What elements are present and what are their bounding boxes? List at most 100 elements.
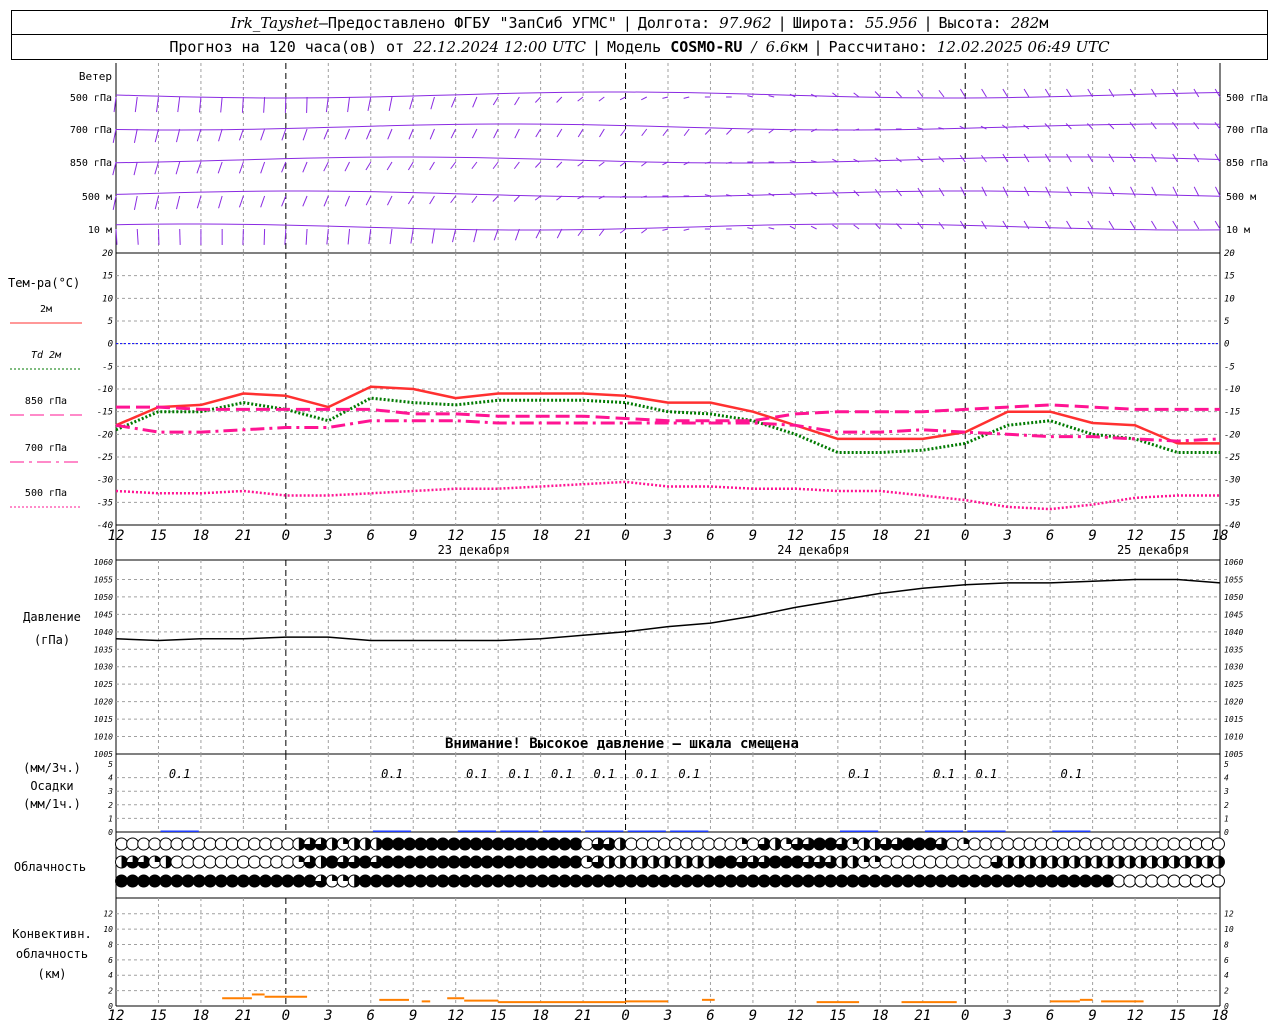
cloud-symbol bbox=[857, 874, 871, 888]
wind-barb bbox=[493, 228, 499, 241]
cloud-symbol bbox=[901, 855, 915, 869]
wind-barb bbox=[619, 228, 626, 234]
hour-label-mid: 3 bbox=[1002, 528, 1011, 544]
cloud-symbol bbox=[436, 874, 450, 888]
pres-tick-left: 1055 bbox=[94, 575, 113, 584]
cloud-symbol bbox=[414, 837, 428, 851]
temp-tick-left: -25 bbox=[97, 453, 113, 463]
cloud-symbol bbox=[1123, 874, 1137, 888]
cloud-symbol bbox=[181, 837, 195, 851]
wind-barb bbox=[598, 161, 605, 167]
pres-tick-left: 1040 bbox=[94, 628, 113, 637]
cloud-symbol bbox=[802, 874, 815, 888]
cloud-symbol bbox=[425, 837, 439, 851]
wind-barb bbox=[704, 128, 711, 135]
pressure-unit: (гПа) bbox=[34, 633, 70, 647]
cloud-symbol bbox=[957, 855, 971, 869]
wind-barb bbox=[284, 228, 287, 245]
wind-barb bbox=[325, 96, 329, 113]
hour-label-mid: 0 bbox=[282, 528, 290, 544]
cloud-symbol bbox=[181, 855, 195, 869]
hour-label-mid: 9 bbox=[409, 528, 417, 544]
hour-label-bottom: 15 bbox=[1169, 1008, 1186, 1024]
wind-level-right: 500 гПа bbox=[1226, 93, 1268, 104]
wind-barb bbox=[134, 96, 138, 113]
temp-legend-label: 500 гПа bbox=[25, 488, 67, 499]
wind-barb bbox=[368, 228, 372, 245]
temp-tick-right: 10 bbox=[1224, 294, 1235, 304]
hour-label-mid: 3 bbox=[323, 528, 332, 544]
hour-label-bottom: 15 bbox=[829, 1008, 846, 1024]
temp-title: Тем-ра(°C) bbox=[8, 276, 80, 290]
cloud-symbol bbox=[1156, 837, 1170, 851]
wind-level-left: 700 гПа bbox=[70, 125, 112, 136]
precip-value-label: 0.1 bbox=[848, 767, 870, 781]
cloud-symbol bbox=[602, 874, 616, 888]
cloud-symbol bbox=[724, 874, 738, 888]
precip-value-label: 0.1 bbox=[678, 767, 700, 781]
cloud-symbol bbox=[923, 874, 937, 888]
cloud-symbol bbox=[214, 855, 228, 869]
hour-label-mid: 6 bbox=[1046, 528, 1054, 544]
hour-label-mid: 18 bbox=[192, 528, 209, 544]
precip-tick-right: 3 bbox=[1223, 787, 1229, 796]
hour-label-bottom: 0 bbox=[621, 1008, 629, 1024]
hour-label-mid: 18 bbox=[1212, 528, 1229, 544]
wind-barb bbox=[429, 161, 435, 171]
conv-tick-left: 12 bbox=[103, 910, 113, 919]
wind-barb bbox=[810, 225, 817, 230]
cloud-symbol bbox=[170, 855, 184, 869]
cloud-symbol bbox=[159, 837, 173, 851]
wind-barb bbox=[938, 187, 945, 197]
pres-tick-left: 1025 bbox=[94, 680, 113, 689]
wind-barb bbox=[768, 227, 775, 230]
temp-tick-right: -20 bbox=[1224, 430, 1240, 440]
wind-barb bbox=[260, 195, 266, 208]
hour-label-bottom: 6 bbox=[706, 1008, 714, 1024]
cloud-symbol bbox=[624, 874, 638, 888]
cloud-symbol bbox=[236, 874, 250, 888]
cloud-symbol bbox=[414, 874, 428, 888]
cloud-symbol bbox=[137, 874, 151, 888]
temp-tick-left: -5 bbox=[102, 362, 113, 372]
wind-barb bbox=[917, 221, 924, 230]
wind-barb bbox=[1129, 88, 1136, 98]
wind-barb bbox=[429, 128, 435, 140]
wind-barb bbox=[619, 161, 626, 167]
pressure-title: Давление bbox=[23, 610, 81, 624]
precip-tick-right: 1 bbox=[1224, 814, 1229, 823]
precip-title: Осадки bbox=[30, 779, 73, 793]
wind-barb bbox=[387, 128, 393, 140]
wind-barb bbox=[1193, 121, 1200, 130]
temp-tick-left: 5 bbox=[108, 317, 113, 327]
wind-barb bbox=[980, 154, 987, 163]
cloud-symbol bbox=[1145, 874, 1159, 888]
wind-barb bbox=[874, 91, 881, 98]
hour-label-mid: 18 bbox=[532, 528, 549, 544]
cloud-symbol-fill bbox=[1218, 856, 1225, 868]
cloud-symbol bbox=[968, 855, 982, 869]
cloud-symbol bbox=[491, 855, 505, 869]
cloud-symbol bbox=[901, 874, 915, 888]
hour-label-mid: 21 bbox=[235, 528, 252, 544]
wind-barb bbox=[747, 227, 754, 230]
day-label: 24 декабря bbox=[777, 543, 849, 557]
conv-tick-left: 10 bbox=[103, 925, 113, 934]
wind-barb bbox=[347, 96, 351, 113]
cloud-title: Облачность bbox=[14, 860, 86, 874]
cloud-symbol bbox=[768, 855, 782, 869]
cloud-symbol bbox=[979, 874, 993, 888]
wind-level-left: 10 м bbox=[88, 225, 112, 236]
conv-tick-right: 4 bbox=[1224, 971, 1229, 980]
cloud-symbol bbox=[259, 837, 273, 851]
hour-label-mid: 9 bbox=[1088, 528, 1096, 544]
wind-barb bbox=[238, 161, 244, 174]
cloud-symbol bbox=[115, 874, 129, 888]
cloud-symbol bbox=[1200, 874, 1214, 888]
wind-barb bbox=[196, 128, 202, 142]
precip-bar bbox=[1052, 830, 1091, 832]
cloud-symbol bbox=[502, 855, 516, 869]
wind-barb bbox=[492, 161, 499, 170]
pres-tick-right: 1060 bbox=[1224, 558, 1243, 567]
cloud-symbol bbox=[912, 874, 926, 888]
